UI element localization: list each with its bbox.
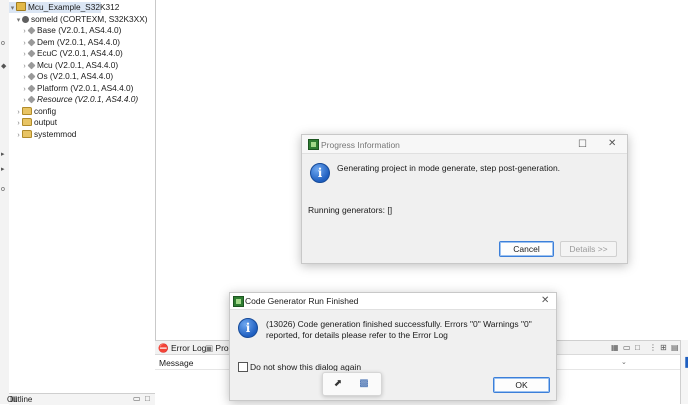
expand-chevron-icon[interactable]: › (15, 107, 22, 118)
tree-item[interactable]: › EcuC (V2.0.1, AS4.4.0) (9, 48, 155, 60)
expand-chevron-icon[interactable]: › (21, 26, 28, 37)
minimize-icon[interactable]: ▭ (133, 394, 141, 403)
tree-item[interactable]: › systemmod (9, 129, 155, 140)
outline-tab-label: Outline (7, 395, 33, 404)
outline-view-tab[interactable]: ▤ Outline ▭ □ (7, 393, 155, 405)
cpu-icon (22, 15, 29, 23)
tree-item-label: Platform (V2.0.1, AS4.4.0) (37, 82, 134, 93)
strip-marker-icon: ◆ (1, 63, 7, 70)
expand-chevron-icon[interactable]: › (15, 130, 22, 141)
information-icon: i (310, 163, 330, 183)
folder-icon (22, 106, 32, 115)
information-icon: i (238, 318, 258, 338)
tree-item-label: Mcu (V2.0.1, AS4.4.0) (37, 59, 119, 70)
error-log-icon: ⛔ (158, 343, 169, 353)
expand-chevron-icon[interactable]: › (21, 61, 28, 72)
module-icon (27, 38, 36, 46)
right-edge-panel: ▐ (680, 340, 688, 404)
ok-button[interactable]: OK (493, 377, 550, 393)
codegen-result-message: (13026) Code generation finished success… (266, 319, 532, 340)
progress-dialog-titlebar[interactable]: Progress Information ☐ ✕ (302, 135, 627, 154)
maximize-icon[interactable]: □ (145, 394, 150, 403)
tree-item-label: Os (V2.0.1, AS4.4.0) (37, 71, 114, 81)
clear-log-icon[interactable]: ▤ (671, 343, 679, 352)
app-icon (308, 139, 319, 151)
running-generators-status: Running generators: [] (308, 205, 393, 215)
tree-item[interactable]: › Os (V2.0.1, AS4.4.0) (9, 71, 155, 83)
tab-error-log[interactable]: ⛔ Error Log (158, 343, 206, 354)
progress-information-dialog: Progress Information ☐ ✕ i Generating pr… (301, 134, 628, 264)
strip-marker-icon: ▸ (1, 151, 5, 158)
tree-item[interactable]: › output (9, 117, 155, 128)
tab-error-log-label: Error Log (170, 343, 207, 353)
tree-item-label: output (34, 117, 58, 127)
project-explorer-tree: ▾ Mcu_Example_S32K312 ▾ someld (CORTEXM, S3… (9, 0, 156, 395)
expand-chevron-icon[interactable]: ▾ (15, 15, 22, 26)
project-icon (16, 2, 26, 11)
expand-chevron-icon[interactable]: › (21, 38, 28, 49)
module-icon (27, 49, 36, 58)
right-panel-marker-icon: ▐ (682, 357, 688, 367)
tree-item-label: config (34, 105, 57, 116)
tree-item[interactable]: › Platform (V2.0.1, AS4.4.0) (9, 82, 155, 95)
expand-chevron-icon[interactable]: › (21, 72, 28, 83)
progress-message: Generating project in mode generate, ste… (337, 163, 561, 173)
strip-marker-icon: o (1, 186, 5, 193)
folder-icon (22, 118, 32, 126)
strip-marker-icon: ▸ (1, 166, 5, 173)
tree-item[interactable]: ▾ someld (CORTEXM, S32K3XX) (9, 14, 155, 25)
panel-toolbar-icon[interactable]: ▦ (611, 343, 619, 352)
tree-item[interactable]: ▾ Mcu_Example_S32K312 (9, 2, 119, 14)
close-window-icon[interactable]: ✕ (608, 139, 616, 149)
codegen-dialog-titlebar[interactable]: Code Generator Run Finished ✕ (230, 293, 556, 310)
tree-item-label: Resource (V2.0.1, AS4.4.0) (37, 94, 139, 104)
code-generator-finished-dialog: Code Generator Run Finished ✕ i (13026) … (229, 292, 557, 401)
grid-tool-icon[interactable]: ▩ (357, 378, 371, 390)
tree-item-label: Base (V2.0.1, AS4.4.0) (37, 25, 122, 35)
tree-item-label: Mcu_Example_S32K312 (28, 2, 120, 12)
message-column-header[interactable]: Message (159, 358, 194, 368)
expand-chevron-icon[interactable]: › (21, 84, 28, 95)
panel-menu-icon[interactable]: ⋮ (649, 343, 657, 352)
close-window-icon[interactable]: ✕ (541, 296, 549, 306)
cancel-button[interactable]: Cancel (499, 241, 554, 257)
floating-toolbar: ⬈ ▩ (322, 372, 382, 396)
codegen-dialog-title: Code Generator Run Finished (245, 296, 359, 306)
tree-item[interactable]: › Resource (V2.0.1, AS4.4.0) (9, 94, 155, 106)
maximize-icon[interactable]: □ (635, 343, 640, 352)
tree-item-label: systemmod (34, 128, 77, 139)
pointer-tool-icon[interactable]: ⬈ (331, 378, 345, 390)
expand-chevron-icon[interactable]: › (15, 118, 22, 129)
expand-chevron-icon[interactable]: › (21, 95, 28, 106)
tree-item[interactable]: › Base (V2.0.1, AS4.4.0) (9, 25, 155, 37)
module-icon (27, 95, 36, 104)
do-not-show-again-checkbox[interactable] (238, 362, 248, 372)
column-sort-chevron-icon[interactable]: ⌄ (621, 358, 627, 366)
expand-chevron-icon[interactable]: ▾ (9, 3, 16, 14)
module-icon (27, 61, 36, 69)
app-icon (233, 296, 244, 308)
expand-chevron-icon[interactable]: › (21, 49, 28, 60)
tree-item[interactable]: › Mcu (V2.0.1, AS4.4.0) (9, 59, 155, 72)
tree-item-label: Dem (V2.0.1, AS4.4.0) (37, 36, 121, 47)
tree-item[interactable]: › config (9, 106, 155, 117)
tree-item-label: someld (CORTEXM, S32K3XX) (31, 13, 148, 24)
strip-marker-icon: o (1, 40, 5, 47)
maximize-window-icon[interactable]: ☐ (578, 140, 587, 150)
module-icon (27, 72, 36, 81)
minimize-icon[interactable]: ▭ (623, 343, 631, 352)
folder-icon (22, 129, 32, 138)
tree-item[interactable]: › Dem (V2.0.1, AS4.4.0) (9, 36, 155, 49)
details-button[interactable]: Details >> (560, 241, 617, 257)
module-icon (27, 26, 36, 35)
filter-icon[interactable]: ⊞ (660, 343, 667, 352)
do-not-show-again-label: Do not show this dialog again (250, 362, 362, 371)
module-icon (27, 84, 36, 92)
tree-item-label: EcuC (V2.0.1, AS4.4.0) (37, 48, 123, 58)
progress-dialog-title: Progress Information (321, 140, 400, 150)
problems-icon: ▣ (205, 343, 214, 353)
